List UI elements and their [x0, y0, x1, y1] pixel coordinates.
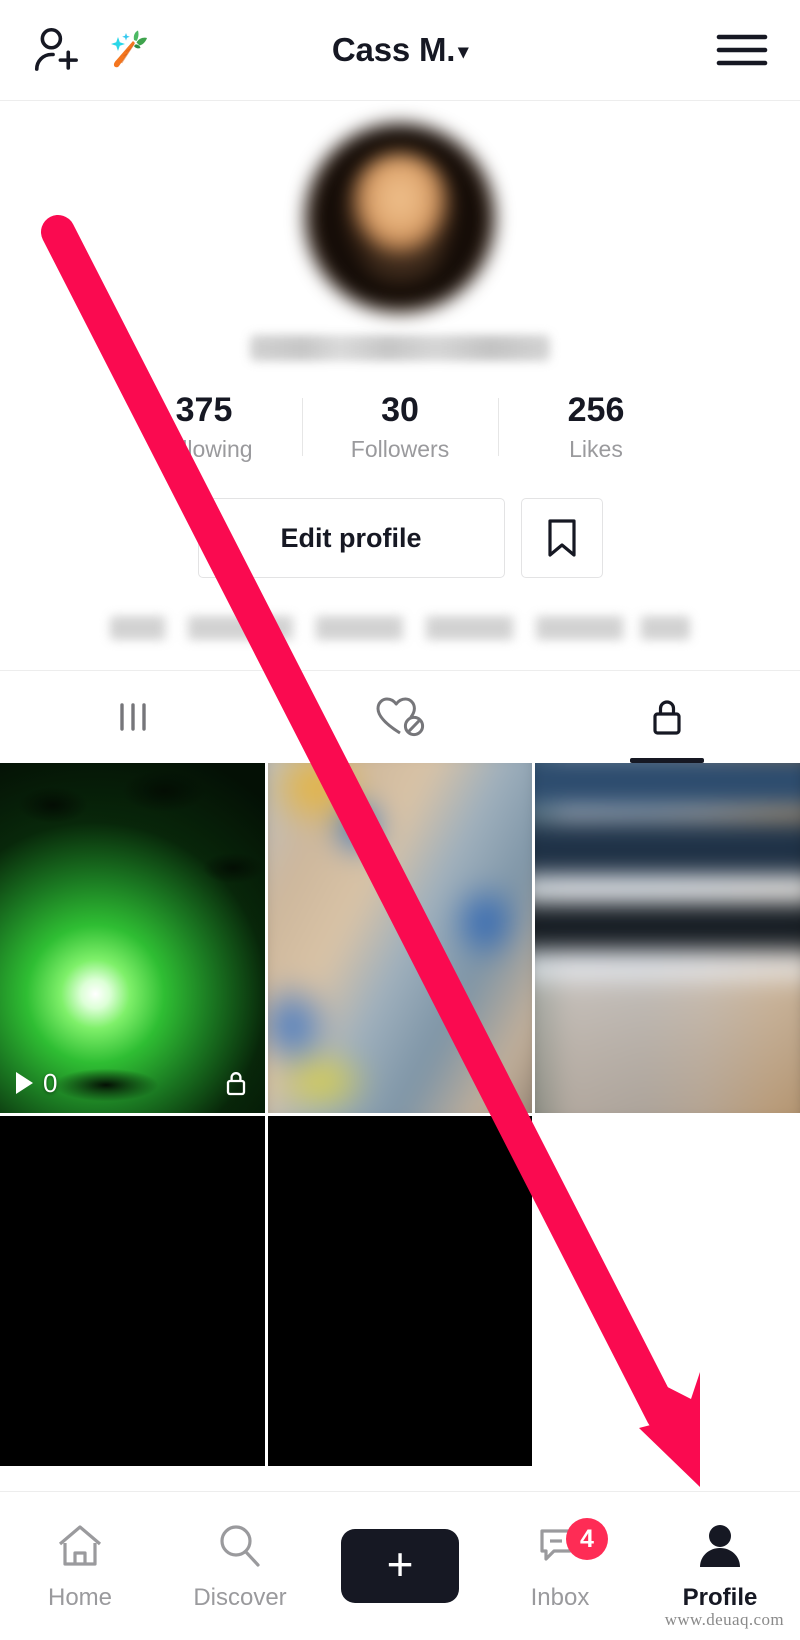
nav-item-inbox[interactable]: 4 Inbox [480, 1492, 640, 1640]
nav-label-home: Home [47, 1584, 113, 1611]
profile-actions: Edit profile [197, 498, 603, 579]
grid-item[interactable] [267, 763, 533, 1114]
tiktok-profile-screen: Cass M. ▾ 375 Following 30 Followers 256… [0, 0, 800, 1640]
chevron-down-icon: ▾ [458, 41, 469, 63]
stat-likes-value: 256 [567, 391, 625, 429]
grid-item[interactable] [535, 763, 800, 1114]
stat-followers-label: Followers [350, 436, 450, 463]
add-person-icon[interactable] [30, 23, 84, 77]
tab-liked[interactable] [267, 671, 534, 763]
lock-icon [653, 700, 681, 735]
nav-label-inbox: Inbox [530, 1584, 590, 1611]
video-grid: 0 [0, 763, 800, 1491]
profile-header: 375 Following 30 Followers 256 Likes Edi… [0, 101, 800, 641]
hamburger-menu-icon[interactable] [714, 28, 770, 72]
nav-item-home[interactable]: Home [0, 1492, 160, 1640]
person-icon [700, 1525, 740, 1567]
grid-item[interactable] [267, 1116, 533, 1467]
tab-private[interactable] [533, 671, 800, 764]
nav-item-create[interactable]: + [320, 1492, 480, 1640]
bookmark-button[interactable] [520, 498, 603, 579]
grid-item[interactable] [0, 1116, 265, 1467]
bio-blurred [110, 616, 690, 641]
stat-followers[interactable]: 30 Followers [303, 391, 498, 463]
top-bar-right-group [714, 28, 800, 72]
stat-likes[interactable]: 256 Likes [499, 391, 694, 463]
search-icon [220, 1525, 260, 1567]
video-thumbnail [0, 1116, 265, 1467]
create-button[interactable]: + [333, 1529, 467, 1603]
top-bar: Cass M. ▾ [0, 0, 800, 101]
home-icon [58, 1525, 102, 1566]
lock-small-icon [226, 1072, 245, 1096]
video-thumbnail [267, 763, 533, 1114]
video-thumbnail [267, 1116, 533, 1467]
plus-icon: + [386, 1538, 414, 1590]
stat-likes-label: Likes [569, 436, 623, 463]
grid-item[interactable]: 0 [0, 763, 265, 1114]
play-count: 0 [16, 1068, 57, 1099]
nav-label-profile: Profile [682, 1584, 758, 1611]
edit-profile-button[interactable]: Edit profile [197, 498, 505, 579]
grid-item-empty [535, 1116, 800, 1467]
watermark: www.deuaq.com [664, 1610, 784, 1629]
username-blurred [250, 335, 550, 361]
stat-following[interactable]: 375 Following [107, 391, 302, 463]
avatar[interactable] [305, 123, 495, 313]
avatar-vignette [320, 131, 480, 306]
play-count-value: 0 [43, 1067, 58, 1098]
profile-name-label: Cass M. [331, 31, 456, 68]
stat-following-label: Following [155, 436, 253, 463]
top-bar-left-group [0, 23, 154, 77]
play-triangle-icon [16, 1072, 33, 1095]
carrot-sparkle-icon[interactable] [106, 26, 154, 74]
stat-following-value: 375 [175, 391, 233, 429]
inbox-badge: 4 [566, 1518, 608, 1560]
video-thumbnail [535, 763, 800, 1114]
grid-icon [120, 703, 147, 731]
nav-item-discover[interactable]: Discover [160, 1492, 320, 1640]
nav-label-discover: Discover [193, 1584, 287, 1611]
profile-tabs [0, 670, 800, 764]
heart-hidden-icon [376, 697, 425, 737]
stat-followers-value: 30 [381, 391, 419, 429]
tab-videos[interactable] [0, 671, 267, 763]
video-overlay: 0 [0, 1053, 265, 1113]
profile-stats: 375 Following 30 Followers 256 Likes [0, 391, 800, 463]
